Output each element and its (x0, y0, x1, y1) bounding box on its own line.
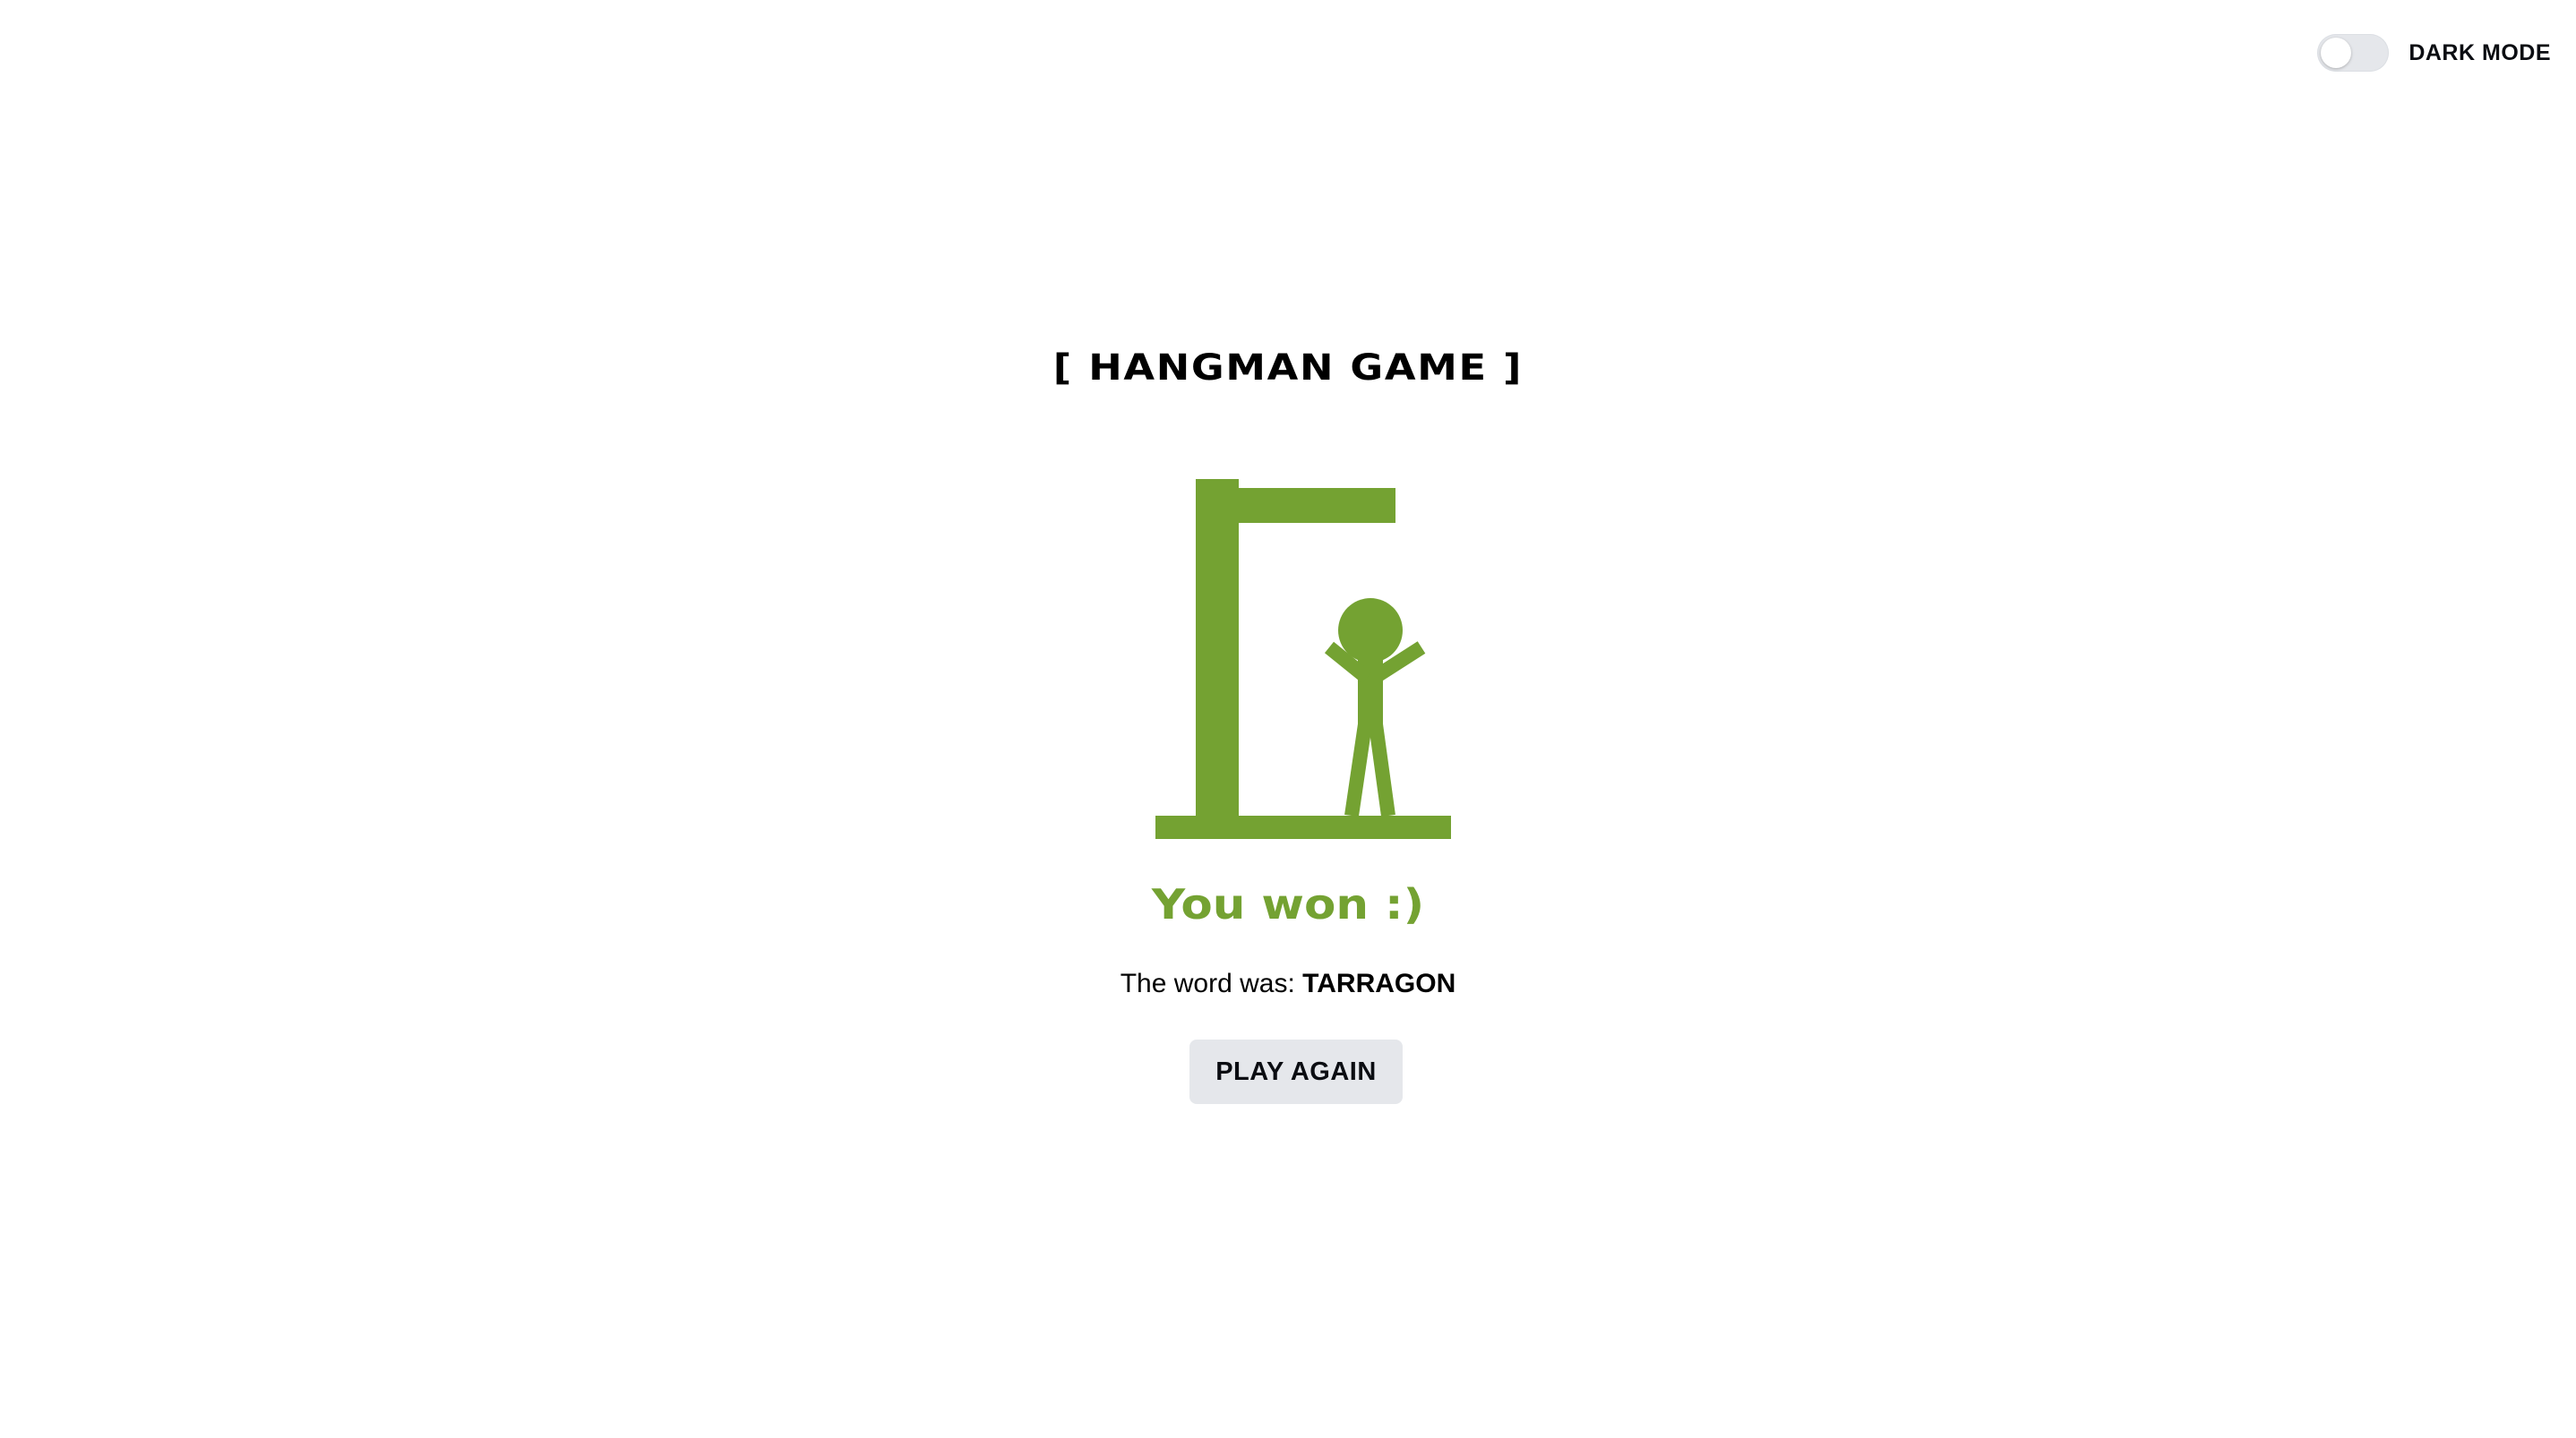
dark-mode-label: DARK MODE (2409, 39, 2551, 65)
figure-head (1338, 598, 1403, 663)
page-title: [ HANGMAN GAME ] (1052, 347, 1524, 389)
gallows-pole (1196, 479, 1239, 816)
dark-mode-switch[interactable] (2317, 34, 2390, 72)
figure-right-leg (1369, 723, 1395, 817)
result-message: You won :) (1151, 880, 1425, 929)
gallows-base (1155, 816, 1451, 839)
switch-knob (2321, 38, 2352, 68)
word-prefix: The word was: (1120, 969, 1295, 998)
play-again-button[interactable]: PLAY AGAIN (1189, 1040, 1403, 1104)
revealed-word: TARRAGON (1302, 969, 1456, 998)
hangman-drawing (1155, 479, 1451, 839)
dark-mode-toggle[interactable]: DARK MODE (2317, 34, 2551, 72)
stick-figure (1324, 598, 1426, 817)
word-reveal: The word was: TARRAGON (0, 969, 2576, 999)
figure-left-leg (1344, 723, 1372, 817)
gallows-beam (1196, 488, 1395, 523)
page: DARK MODE [ HANGMAN GAME ] You won :) Th… (0, 0, 2576, 1438)
